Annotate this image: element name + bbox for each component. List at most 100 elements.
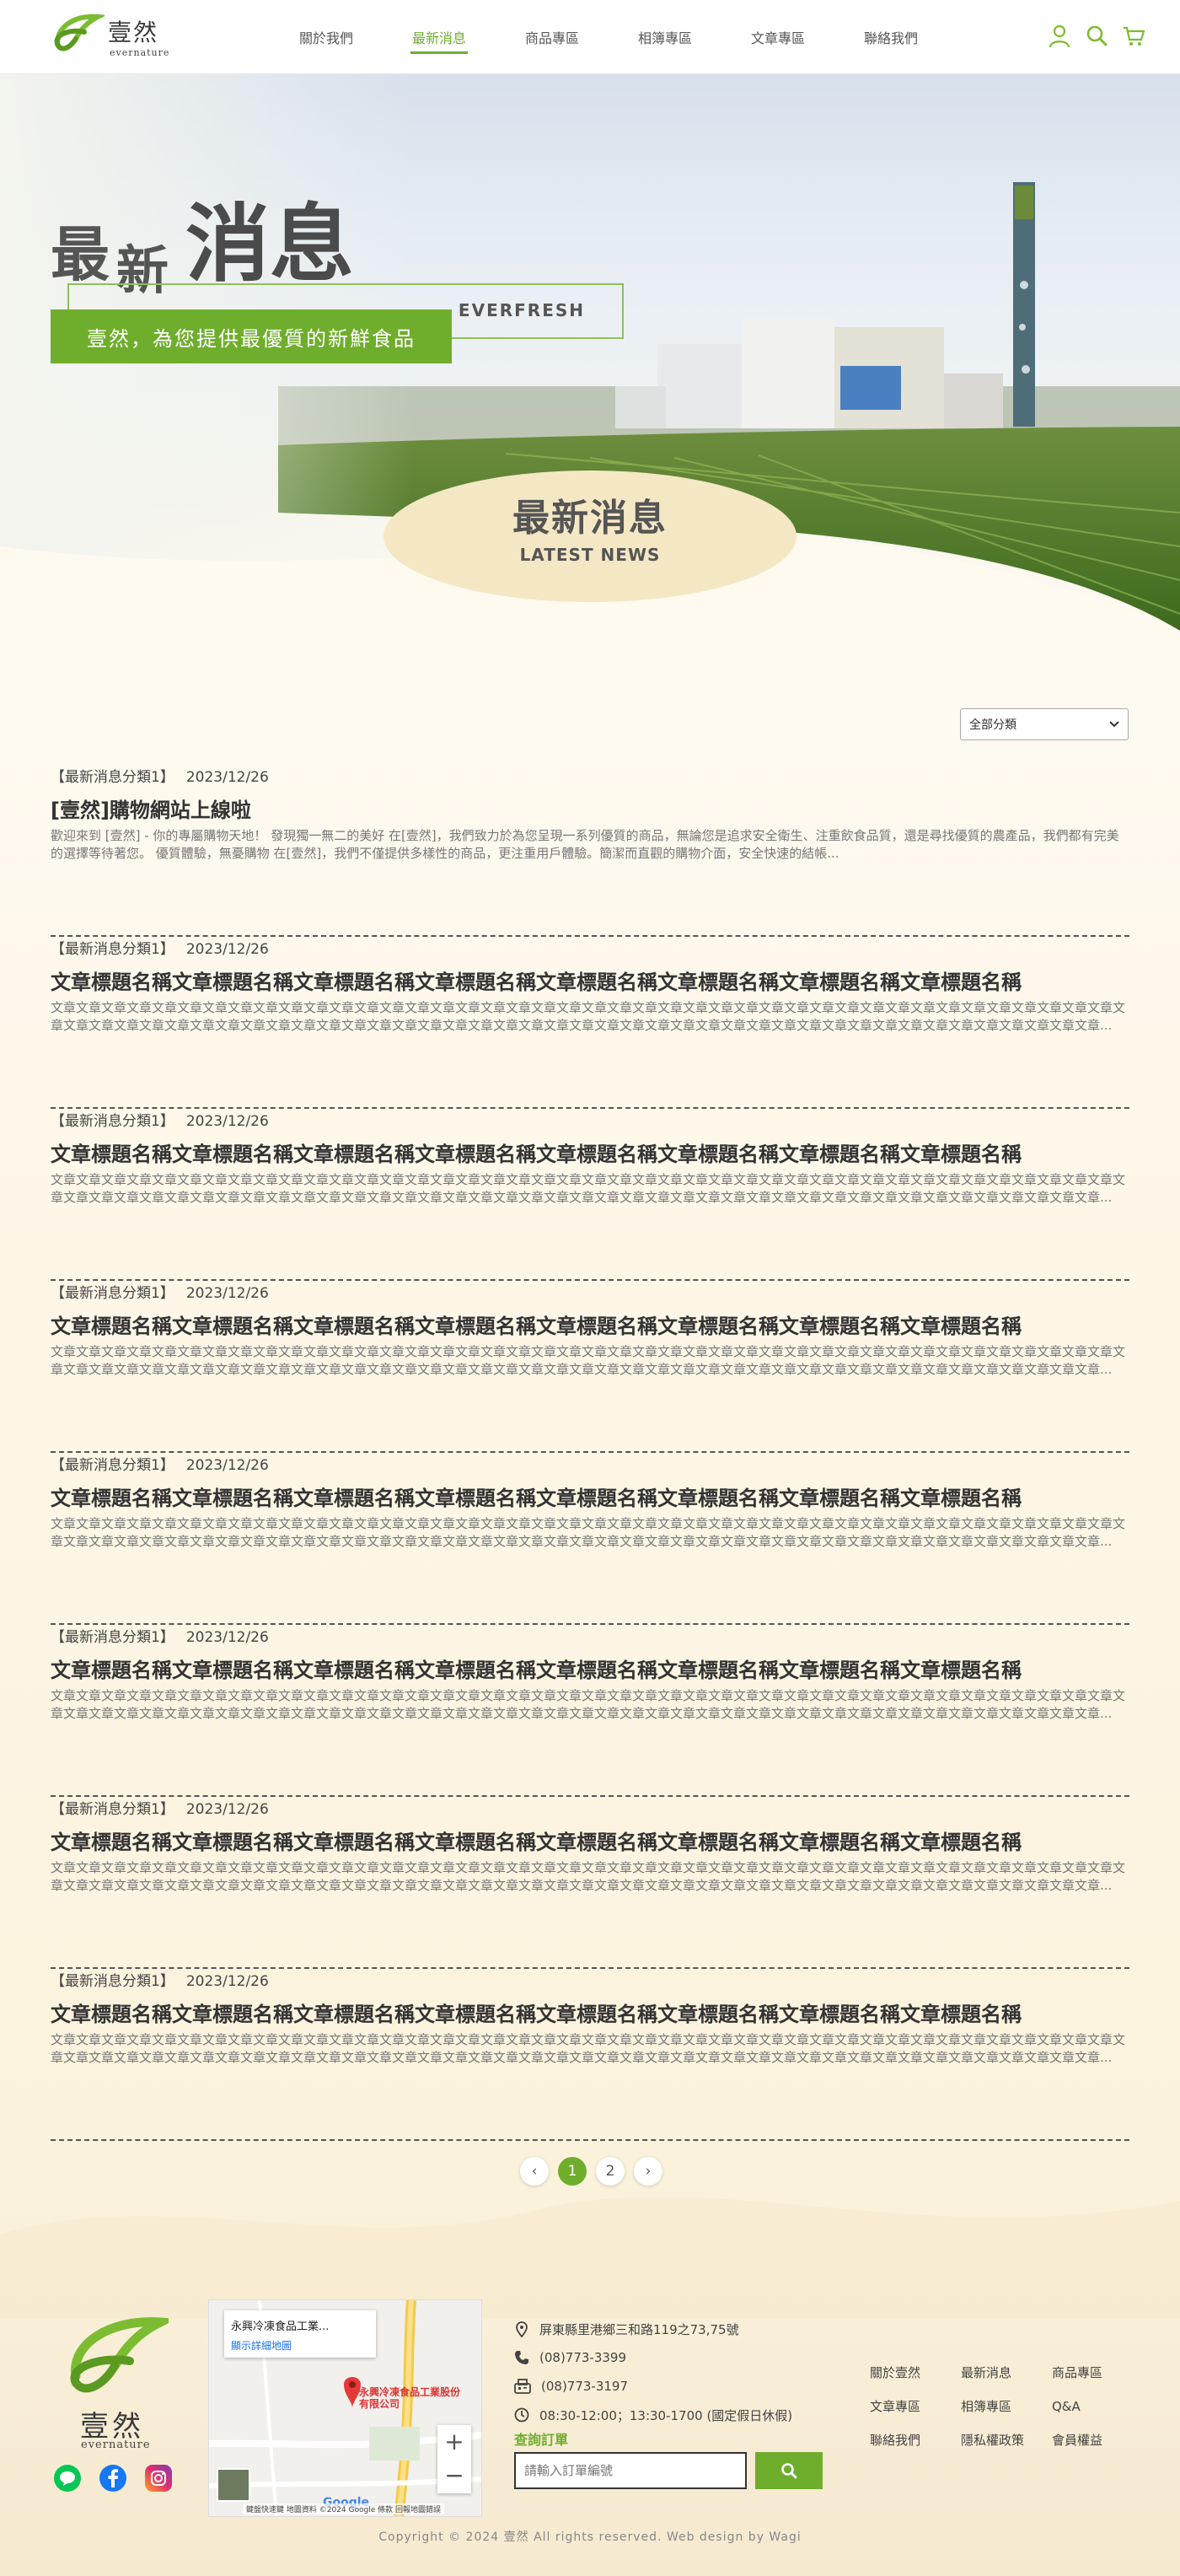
location-map[interactable]: 永興冷凍食品工業... 顯示詳細地圖 永興冷凍食品工業股份有限公司 + − Go… (208, 2299, 482, 2517)
news-item[interactable]: 【最新消息分類1】 2023/12/26 文章標題名稱文章標題名稱文章標題名稱文章… (51, 1453, 1129, 1625)
footer-link-member-rights[interactable]: 會員權益 (1052, 2432, 1143, 2449)
order-number-input[interactable] (514, 2452, 747, 2489)
contact-info: 屏東縣里港鄉三和路119之73,75號 (08)773-3399 (08)773… (514, 2315, 792, 2429)
news-date: 2023/12/26 (185, 1285, 269, 1302)
zoom-out-button[interactable]: − (437, 2459, 471, 2493)
map-zoom-controls: + − (437, 2425, 471, 2493)
news-date: 2023/12/26 (185, 1113, 269, 1130)
header-actions (1047, 22, 1146, 51)
news-title[interactable]: 文章標題名稱文章標題名稱文章標題名稱文章標題名稱文章標題名稱文章標題名稱文章標題… (51, 965, 1129, 995)
news-title[interactable]: 文章標題名稱文章標題名稱文章標題名稱文章標題名稱文章標題名稱文章標題名稱文章標題… (51, 1137, 1129, 1167)
news-date: 2023/12/26 (185, 1629, 269, 1646)
news-date: 2023/12/26 (185, 1801, 269, 1818)
fax-row: (08)773-3197 (514, 2372, 792, 2401)
news-meta: 【最新消息分類1】 2023/12/26 (51, 765, 269, 786)
news-item[interactable]: 【最新消息分類1】 2023/12/26 文章標題名稱文章標題名稱文章標題名稱文章… (51, 1969, 1129, 2141)
news-item[interactable]: 【最新消息分類1】 2023/12/26 文章標題名稱文章標題名稱文章標題名稱文章… (51, 1625, 1129, 1797)
footer-link-qa[interactable]: Q&A (1052, 2398, 1143, 2415)
news-excerpt: 文章文章文章文章文章文章文章文章文章文章文章文章文章文章文章文章文章文章文章文章… (51, 1516, 1126, 1549)
zoom-in-button[interactable]: + (437, 2425, 471, 2459)
location-pin-icon (516, 2321, 528, 2337)
news-title[interactable]: 文章標題名稱文章標題名稱文章標題名稱文章標題名稱文章標題名稱文章標題名稱文章標題… (51, 1826, 1129, 1855)
news-item[interactable]: 【最新消息分類1】 2023/12/26 文章標題名稱文章標題名稱文章標題名稱文章… (51, 1109, 1129, 1281)
logo-subtitle: evernature (110, 47, 170, 58)
news-meta: 【最新消息分類1】 2023/12/26 (51, 1797, 269, 1818)
map-open-link[interactable]: 顯示詳細地圖 (231, 2338, 369, 2353)
order-search-button[interactable] (755, 2452, 823, 2489)
news-item[interactable]: 【最新消息分類1】 2023/12/26 文章標題名稱文章標題名稱文章標題名稱文章… (51, 937, 1129, 1109)
news-excerpt: 文章文章文章文章文章文章文章文章文章文章文章文章文章文章文章文章文章文章文章文章… (51, 2032, 1126, 2065)
news-meta: 【最新消息分類1】 2023/12/26 (51, 1969, 269, 1990)
order-query-label: 查詢訂單 (514, 2432, 569, 2448)
news-category: 【最新消息分類1】 (51, 1113, 174, 1130)
hours-row: 08:30-12:00；13:30-1700 (國定假日休假) (514, 2401, 792, 2429)
footer-link-articles[interactable]: 文章專區 (870, 2398, 961, 2415)
news-title[interactable]: 文章標題名稱文章標題名稱文章標題名稱文章標題名稱文章標題名稱文章標題名稱文章標題… (51, 1482, 1129, 1511)
news-item[interactable]: 【最新消息分類1】 2023/12/26 文章標題名稱文章標題名稱文章標題名稱文章… (51, 1797, 1129, 1969)
section-badge: 最新消息 LATEST NEWS (384, 471, 796, 602)
news-excerpt: 文章文章文章文章文章文章文章文章文章文章文章文章文章文章文章文章文章文章文章文章… (51, 1860, 1126, 1893)
address-text: 屏東縣里港鄉三和路119之73,75號 (539, 2321, 739, 2337)
news-date: 2023/12/26 (185, 1973, 269, 1990)
news-excerpt: 歡迎來到 [壹然] - 你的專屬購物天地！ 發現獨一無二的美好 在[壹然]，我們… (51, 828, 1119, 861)
category-select[interactable]: 全部分類 (960, 708, 1129, 740)
hero-banner: 最 新 消息 EVERFRESH 壹然，為您提供最優質的新鮮食品 最新消息 LA… (0, 74, 1180, 631)
page: 壹然 evernature 關於我們 最新消息 商品專區 相簿專區 文章專區 聯… (0, 0, 1180, 2576)
footer-link-about[interactable]: 關於壹然 (870, 2364, 961, 2381)
facebook-icon[interactable] (99, 2465, 126, 2492)
logo-name: 壹然 (108, 19, 159, 46)
instagram-icon[interactable] (145, 2465, 172, 2492)
phone-text[interactable]: (08)773-3399 (539, 2350, 626, 2365)
news-date: 2023/12/26 (185, 1457, 269, 1474)
phone-icon (515, 2351, 528, 2364)
chevron-down-icon (1109, 721, 1119, 728)
line-icon[interactable] (54, 2465, 81, 2492)
search-icon[interactable] (1084, 22, 1109, 51)
news-category: 【最新消息分類1】 (51, 769, 174, 786)
footer-link-contact[interactable]: 聯絡我們 (870, 2432, 961, 2449)
news-excerpt: 文章文章文章文章文章文章文章文章文章文章文章文章文章文章文章文章文章文章文章文章… (51, 1344, 1126, 1377)
news-date: 2023/12/26 (185, 941, 269, 958)
footer-link-products[interactable]: 商品專區 (1052, 2364, 1143, 2381)
footer-logo[interactable]: 壹然 evernature (59, 2310, 169, 2454)
footer-link-news[interactable]: 最新消息 (961, 2364, 1052, 2381)
hero-tagline: 壹然，為您提供最優質的新鮮食品 (51, 309, 452, 363)
hero-box-label: EVERFRESH (458, 300, 585, 320)
search-icon (781, 2463, 797, 2479)
address-row: 屏東縣里港鄉三和路119之73,75號 (514, 2315, 792, 2343)
user-icon[interactable] (1047, 22, 1072, 51)
hours-text: 08:30-12:00；13:30-1700 (國定假日休假) (539, 2407, 793, 2423)
nav-about[interactable]: 關於我們 (270, 0, 383, 74)
hero-title-char-1: 最 (51, 220, 110, 289)
site-logo[interactable]: 壹然 evernature (51, 10, 169, 64)
fax-text: (08)773-3197 (541, 2379, 629, 2394)
social-links (54, 2465, 172, 2492)
news-item[interactable]: 【最新消息分類1】 2023/12/26 文章標題名稱文章標題名稱文章標題名稱文章… (51, 1281, 1129, 1453)
copyright: Copyright © 2024 壹然 All rights reserved.… (378, 2530, 802, 2544)
nav-products[interactable]: 商品專區 (496, 0, 609, 74)
phone-row: (08)773-3399 (514, 2343, 792, 2372)
nav-contact[interactable]: 聯絡我們 (834, 0, 947, 74)
nav-articles[interactable]: 文章專區 (721, 0, 834, 74)
footer-link-albums[interactable]: 相簿專區 (961, 2398, 1052, 2415)
news-item[interactable]: 【最新消息分類1】 2023/12/26 [壹然]購物網站上線啦 歡迎來到 [壹然… (51, 765, 1129, 937)
news-category: 【最新消息分類1】 (51, 1457, 174, 1474)
news-meta: 【最新消息分類1】 2023/12/26 (51, 937, 269, 958)
news-meta: 【最新消息分類1】 2023/12/26 (51, 1109, 269, 1130)
news-meta: 【最新消息分類1】 2023/12/26 (51, 1453, 269, 1474)
section-title: 最新消息 (512, 497, 668, 540)
hero-title-main: 消息 (185, 195, 354, 293)
main-nav: 關於我們 最新消息 商品專區 相簿專區 文章專區 聯絡我們 (270, 0, 947, 74)
nav-news[interactable]: 最新消息 (383, 0, 496, 74)
map-pin-label: 永興冷凍食品工業股份有限公司 (359, 2386, 461, 2410)
nav-albums[interactable]: 相簿專區 (609, 0, 721, 74)
news-category: 【最新消息分類1】 (51, 941, 174, 958)
cart-icon[interactable] (1121, 22, 1146, 51)
news-title[interactable]: 文章標題名稱文章標題名稱文章標題名稱文章標題名稱文章標題名稱文章標題名稱文章標題… (51, 1998, 1129, 2027)
footer-link-privacy[interactable]: 隱私權政策 (961, 2432, 1052, 2449)
news-title[interactable]: 文章標題名稱文章標題名稱文章標題名稱文章標題名稱文章標題名稱文章標題名稱文章標題… (51, 1654, 1129, 1683)
news-title[interactable]: 文章標題名稱文章標題名稱文章標題名稱文章標題名稱文章標題名稱文章標題名稱文章標題… (51, 1310, 1129, 1339)
footer-links: 關於壹然 最新消息 商品專區 文章專區 相簿專區 Q&A 聯絡我們 隱私權政策 … (870, 2364, 1143, 2449)
news-title[interactable]: [壹然]購物網站上線啦 (51, 793, 1129, 823)
news-category: 【最新消息分類1】 (51, 1973, 174, 1990)
